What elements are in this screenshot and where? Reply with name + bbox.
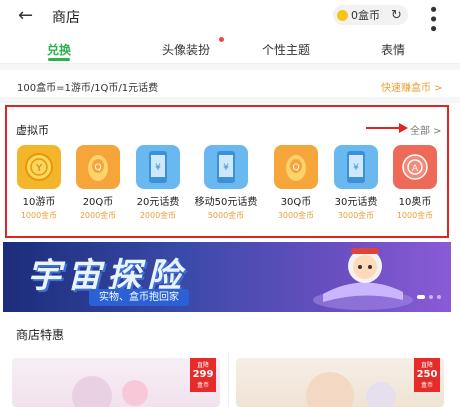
item-name: 30Q币: [280, 197, 312, 208]
new-dot-badge: [219, 37, 224, 42]
product-image: [72, 376, 112, 407]
item-name: 30元话费: [334, 197, 378, 208]
astronaut-illustration-icon: [313, 248, 413, 310]
virtual-item-phone-30[interactable]: ¥ 30元话费 3000金币: [324, 145, 388, 221]
svg-text:Q: Q: [292, 163, 299, 173]
tab-avatar-decor[interactable]: 头像装扮: [162, 41, 210, 58]
virtual-item-qbi-20[interactable]: Q 20Q币 2000金币: [66, 145, 130, 221]
column-divider: [228, 352, 229, 407]
svg-text:Y: Y: [35, 163, 43, 174]
back-arrow-icon[interactable]: ←: [18, 6, 33, 26]
virtual-coin-section-title: 虚拟币: [16, 124, 49, 137]
item-name: 20元话费: [136, 197, 180, 208]
specials-section-title: 商店特惠: [16, 328, 65, 342]
active-tab-indicator: [48, 58, 70, 61]
item-price: 1000金币: [396, 211, 434, 220]
tab-emoji[interactable]: 表情: [381, 41, 405, 58]
phone-icon: ¥: [136, 145, 180, 189]
product-image: [366, 382, 396, 407]
product-image: [122, 380, 148, 406]
svg-text:¥: ¥: [223, 163, 229, 173]
more-menu-icon[interactable]: •••: [422, 4, 443, 33]
virtual-item-mobile-50[interactable]: ¥ 移动50元话费 5000金币: [194, 145, 258, 221]
tab-personal-theme[interactable]: 个性主题: [262, 41, 310, 58]
qq-penguin-icon: Q: [76, 145, 120, 189]
item-price: 1000金币: [20, 211, 58, 220]
exchange-rate-text: 100盒币=1游币/1Q币/1元话费: [17, 83, 159, 94]
discount-badge: 直降 299 盒币: [190, 358, 216, 392]
app-header: ← 商店 0盒币 ↻ •••: [0, 0, 460, 34]
item-price: 2000金币: [139, 211, 177, 220]
item-price: 2000金币: [79, 211, 117, 220]
coin-balance-pill[interactable]: 0盒币 ↻: [333, 5, 408, 25]
annotation-arrow-shaft: [366, 127, 402, 129]
carousel-dots: [417, 295, 441, 299]
page-title: 商店: [52, 10, 80, 26]
item-name: 20Q币: [82, 197, 114, 208]
virtual-item-youbi[interactable]: Y 10游币 1000金币: [7, 145, 71, 221]
view-all-link[interactable]: 全部 >: [410, 122, 442, 137]
virtual-item-qbi-30[interactable]: Q 30Q币 3000金币: [264, 145, 328, 221]
virtual-item-phone-20[interactable]: ¥ 20元话费 2000金币: [126, 145, 190, 221]
item-name: 移动50元话费: [194, 197, 258, 208]
section-divider: [0, 97, 460, 103]
svg-text:A: A: [412, 164, 419, 174]
special-card[interactable]: 直降 250 盒币: [236, 358, 444, 407]
banner-subtitle: 实物、盒币抱回家: [89, 289, 189, 306]
product-image: [306, 372, 354, 407]
item-price: 3000金币: [277, 211, 315, 220]
special-card[interactable]: 直降 299 盒币: [12, 358, 220, 407]
ao-coin-icon: A: [393, 145, 437, 189]
phone-icon: ¥: [334, 145, 378, 189]
virtual-item-aobi[interactable]: A 10奥币 1000金币: [383, 145, 447, 221]
svg-text:Q: Q: [94, 163, 101, 173]
qq-penguin-icon: Q: [274, 145, 318, 189]
discount-badge: 直降 250 盒币: [414, 358, 440, 392]
coin-icon: [337, 9, 348, 21]
refresh-icon[interactable]: ↻: [391, 8, 402, 23]
earn-coins-link[interactable]: 快速赚盒币 >: [381, 79, 443, 94]
tab-exchange[interactable]: 兑换: [47, 41, 71, 58]
item-price: 5000金币: [207, 211, 245, 220]
item-name: 10奥币: [398, 197, 432, 208]
item-name: 10游币: [22, 197, 56, 208]
svg-text:¥: ¥: [155, 163, 161, 173]
promo-banner[interactable]: 宇宙探险 实物、盒币抱回家: [3, 242, 451, 312]
phone-icon: ¥: [204, 145, 248, 189]
svg-text:¥: ¥: [353, 163, 359, 173]
item-price: 3000金币: [337, 211, 375, 220]
annotation-arrow-icon: [399, 123, 408, 133]
coin-balance-label: 0盒币: [351, 9, 380, 22]
section-divider: [0, 64, 460, 70]
coin-icon: Y: [17, 145, 61, 189]
